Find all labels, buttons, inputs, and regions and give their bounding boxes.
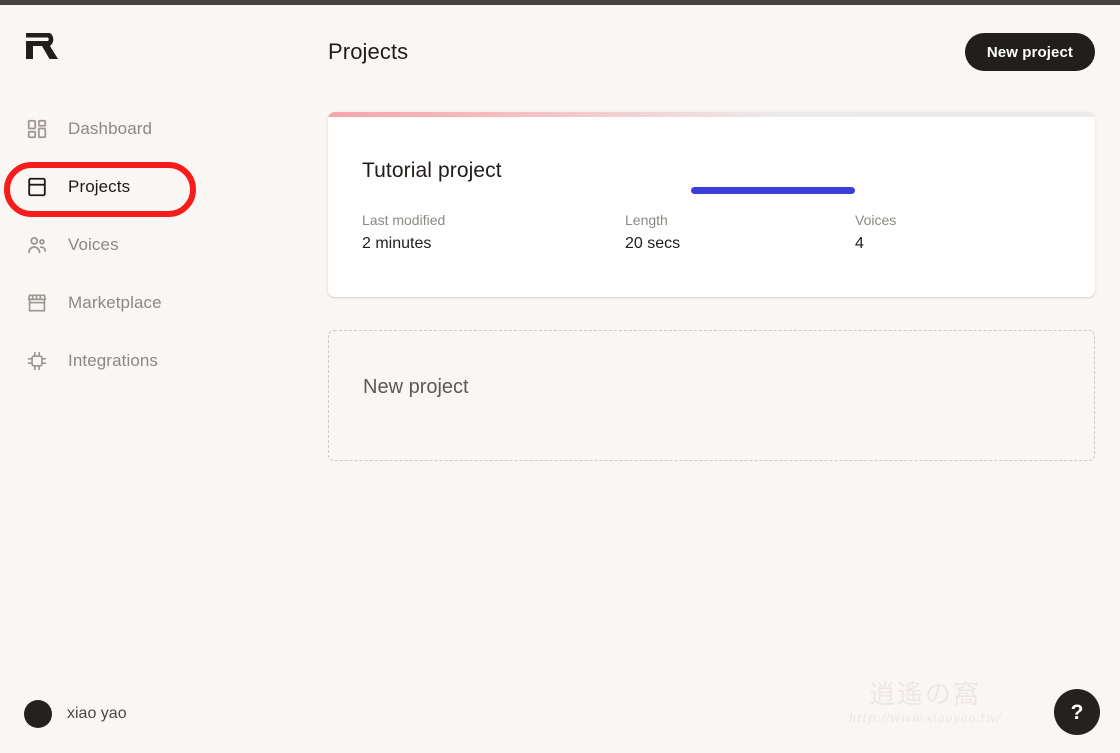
new-project-card-label: New project — [363, 376, 469, 399]
site-watermark: 逍遙の窩 http://www.xiaoyao.tw/ — [845, 680, 1005, 738]
project-title: Tutorial project — [362, 159, 502, 183]
watermark-characters: 逍遙の窩 — [845, 680, 1005, 710]
stat-last-modified: Last modified 2 minutes — [362, 212, 625, 253]
sidebar-item-marketplace[interactable]: Marketplace — [0, 284, 328, 322]
users-icon — [24, 232, 50, 258]
stat-label: Last modified — [362, 212, 625, 228]
sidebar-item-label: Dashboard — [68, 119, 152, 139]
watermark-url: http://www.xiaoyao.tw/ — [845, 711, 1005, 725]
sidebar: Dashboard Projects — [0, 5, 328, 753]
projects-icon — [24, 174, 50, 200]
user-name: xiao yao — [67, 705, 127, 723]
storefront-icon — [24, 290, 50, 316]
chip-icon — [24, 348, 50, 374]
sidebar-item-integrations[interactable]: Integrations — [0, 342, 328, 380]
stat-value: 2 minutes — [362, 235, 625, 253]
main-content: Projects New project Tutorial project La… — [328, 5, 1120, 753]
user-profile[interactable]: xiao yao — [24, 700, 127, 728]
sidebar-item-label: Integrations — [68, 351, 158, 371]
stat-length: Length 20 secs — [625, 212, 855, 253]
grid-icon — [24, 116, 50, 142]
main-header: Projects New project — [328, 27, 1120, 77]
sidebar-item-projects[interactable]: Projects — [0, 168, 328, 206]
app-root: Dashboard Projects — [0, 5, 1120, 753]
sidebar-nav: Dashboard Projects — [0, 110, 328, 400]
new-project-button[interactable]: New project — [965, 33, 1095, 71]
stat-voices: Voices 4 — [855, 212, 1095, 253]
project-card-tutorial-project[interactable]: Tutorial project Last modified 2 minutes… — [328, 112, 1095, 297]
card-title-wrap: Tutorial project — [362, 159, 502, 183]
card-accent-strip — [328, 112, 1095, 117]
sidebar-item-dashboard[interactable]: Dashboard — [0, 110, 328, 148]
sidebar-item-label: Projects — [68, 177, 130, 197]
page-title: Projects — [328, 39, 408, 65]
sidebar-item-voices[interactable]: Voices — [0, 226, 328, 264]
project-stats: Last modified 2 minutes Length 20 secs V… — [362, 212, 1062, 253]
stat-label: Voices — [855, 212, 1095, 228]
stat-value: 4 — [855, 235, 1095, 253]
new-project-placeholder-card[interactable]: New project — [328, 330, 1095, 461]
avatar — [24, 700, 52, 728]
sidebar-item-label: Voices — [68, 235, 119, 255]
help-button[interactable]: ? — [1054, 689, 1100, 735]
sidebar-item-label: Marketplace — [68, 293, 162, 313]
stat-value: 20 secs — [625, 235, 855, 253]
resemble-r-logo[interactable] — [24, 31, 60, 61]
stat-label: Length — [625, 212, 855, 228]
